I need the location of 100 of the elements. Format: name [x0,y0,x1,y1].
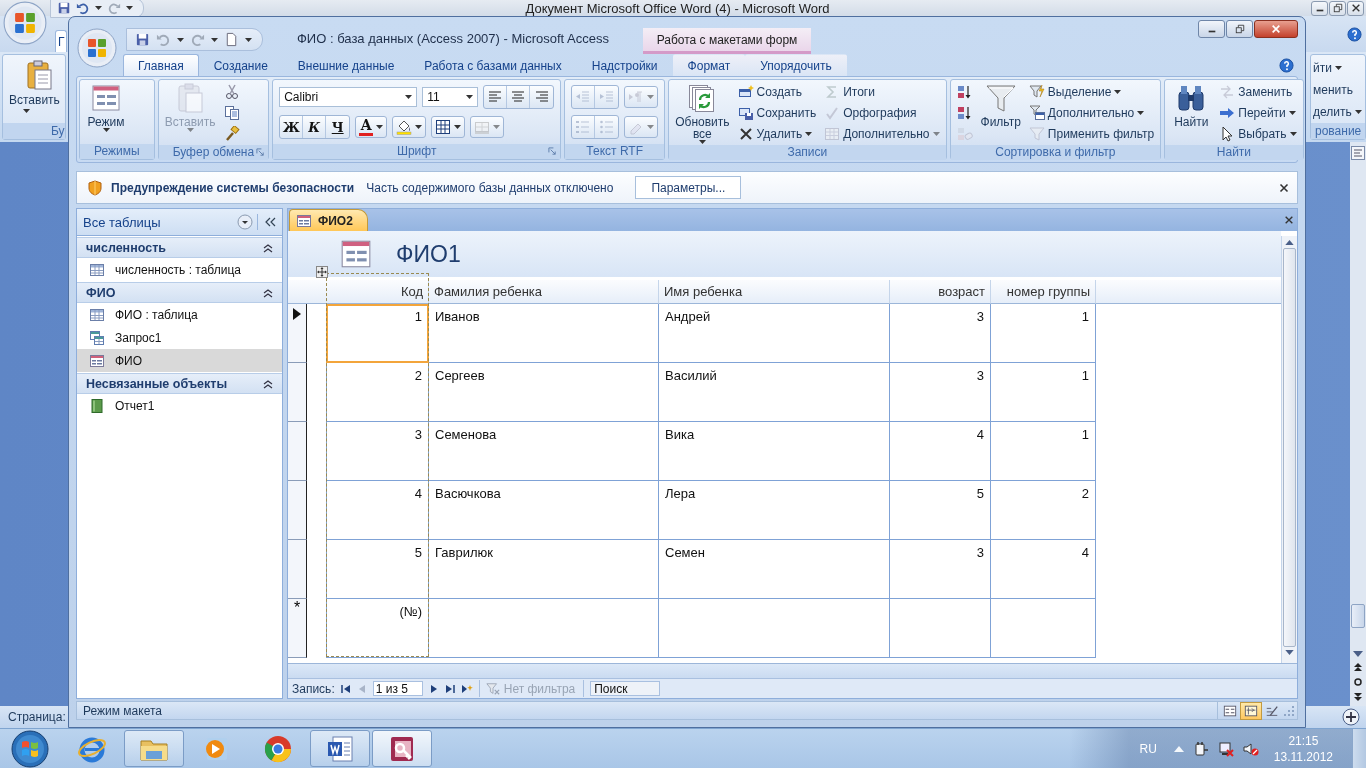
bullet-list-icon [598,119,615,135]
close-button[interactable] [1254,20,1298,38]
dropdown-field[interactable]: 11 [422,87,479,107]
search-field[interactable]: Поиск [590,681,661,696]
view-button[interactable] [1241,702,1261,719]
move-handle-icon[interactable] [316,266,328,278]
ribbon-button[interactable]: Обновить все [672,81,733,144]
browse-object-icon[interactable] [1353,677,1363,687]
group-header[interactable]: ФИО [77,282,282,303]
ribbon-button[interactable]: Фильтр [977,81,1024,144]
caret-icon[interactable] [466,95,474,99]
record-selector[interactable] [288,304,307,363]
minimize-button[interactable] [1311,0,1328,16]
ribbon-button[interactable] [431,116,466,138]
ribbon-button[interactable]: К [303,116,327,138]
new-record-icon[interactable] [460,683,473,694]
nav-item[interactable]: Запрос1 [77,326,282,349]
nav-item[interactable]: Отчет1 [77,394,282,417]
collapse-icon[interactable] [257,214,278,230]
help-icon[interactable] [1279,57,1294,73]
nav-item[interactable]: численность : таблица [77,258,282,281]
column-header: Фамилия ребенка [429,280,659,304]
ribbon-button[interactable]: Вставить [3,55,65,123]
scroll-down-icon[interactable] [1353,651,1363,657]
nav-item[interactable]: ФИО [77,349,282,372]
speaker-muted-icon[interactable] [1242,740,1259,757]
scroll-up-icon[interactable] [1285,240,1294,245]
taskbar-button[interactable] [310,730,370,767]
next-record-icon[interactable] [428,683,439,694]
record-selector[interactable] [288,481,307,540]
replace-icon [1219,83,1236,100]
document-tab[interactable]: ФИО2 [289,209,368,231]
record-selector[interactable] [288,540,307,599]
options-button[interactable]: Параметры... [635,176,742,199]
ribbon-button[interactable]: менить [1311,79,1353,101]
window-title: ФИО : база данных (Access 2007) - Microsoft Access [296,31,610,46]
ribbon-tab[interactable]: Работа с базами данных [409,54,577,76]
help-icon[interactable] [1347,26,1362,42]
power-icon[interactable] [1192,740,1209,757]
ribbon-button[interactable]: Ч [326,116,350,138]
dropdown-field[interactable]: Calibri [279,87,418,107]
ribbon-button[interactable]: Найти [1168,81,1215,144]
dialog-launcher-icon[interactable] [256,148,266,157]
caret-icon[interactable] [126,6,133,10]
caret-icon[interactable] [95,6,102,10]
ribbon-tab[interactable]: Главная [123,54,199,76]
dialog-launcher-icon[interactable] [548,147,558,156]
restore-button[interactable] [1329,0,1346,16]
ruler-icon[interactable] [1351,146,1365,160]
ribbon-button[interactable]: Создать [734,81,820,102]
ribbon-tab[interactable]: Надстройки [576,54,673,76]
minimize-button[interactable] [1198,20,1225,38]
ribbon-button[interactable] [392,116,427,138]
save-icon[interactable] [135,32,150,47]
ribbon-button[interactable]: Ж [280,116,304,138]
ribbon-button[interactable]: Выделение [1025,81,1158,102]
record-selector[interactable]: * [288,599,307,658]
ribbon-button[interactable]: Перейти [1216,102,1300,123]
record-selector[interactable] [288,422,307,481]
ribbon-tab[interactable]: Формат [672,54,746,76]
ribbon-tab[interactable]: Создание [198,54,283,76]
ribbon-button[interactable]: Сохранить [734,102,820,123]
undo-icon[interactable] [76,1,90,15]
resize-grip-icon[interactable] [1283,704,1295,717]
record-number-field[interactable]: 1 из 5 [372,681,423,696]
caret-icon[interactable] [405,95,413,99]
next-page-icon[interactable] [1353,692,1363,702]
restore-button[interactable] [1226,20,1253,38]
taskbar-button[interactable] [372,730,432,767]
ribbon-button[interactable]: йти [1311,57,1342,79]
ribbon-button[interactable]: Выбрать [1216,123,1300,144]
network-icon[interactable] [1217,740,1234,757]
group-label: Режимы [94,144,140,158]
ribbon-tab[interactable]: Упорядочить [745,54,847,76]
previous-page-icon[interactable] [1353,662,1363,672]
group-header[interactable]: Несвязанные объекты [77,373,282,394]
caret-icon[interactable] [211,37,218,42]
group-header[interactable]: численность [77,237,282,258]
first-record-icon[interactable] [340,683,351,694]
close-button[interactable] [1347,0,1364,16]
scroll-down-icon[interactable] [1285,650,1294,655]
dropdown-icon[interactable] [237,214,253,230]
ribbon-button[interactable]: A [355,116,388,138]
last-record-icon[interactable] [444,683,455,694]
caret-icon[interactable] [177,37,184,42]
ribbon-button[interactable]: Дополнительно [1025,102,1158,123]
zoom-in-icon[interactable] [1342,708,1360,726]
close-icon[interactable] [1284,215,1294,225]
office-button[interactable] [77,28,117,68]
nav-item[interactable]: ФИО : таблица [77,303,282,326]
new-document-icon[interactable] [224,32,239,47]
caret-icon[interactable] [245,37,252,42]
ribbon-tab[interactable]: Г [55,30,67,52]
ribbon-button[interactable]: Удалить [734,123,820,144]
record-selector[interactable] [288,363,307,422]
save-icon[interactable] [57,1,71,15]
ribbon-button[interactable]: Режим [83,81,129,143]
ribbon-tab[interactable]: Внешние данные [282,54,410,76]
sort-ascending-icon [956,83,973,100]
ribbon-button[interactable]: делить [1311,101,1362,123]
